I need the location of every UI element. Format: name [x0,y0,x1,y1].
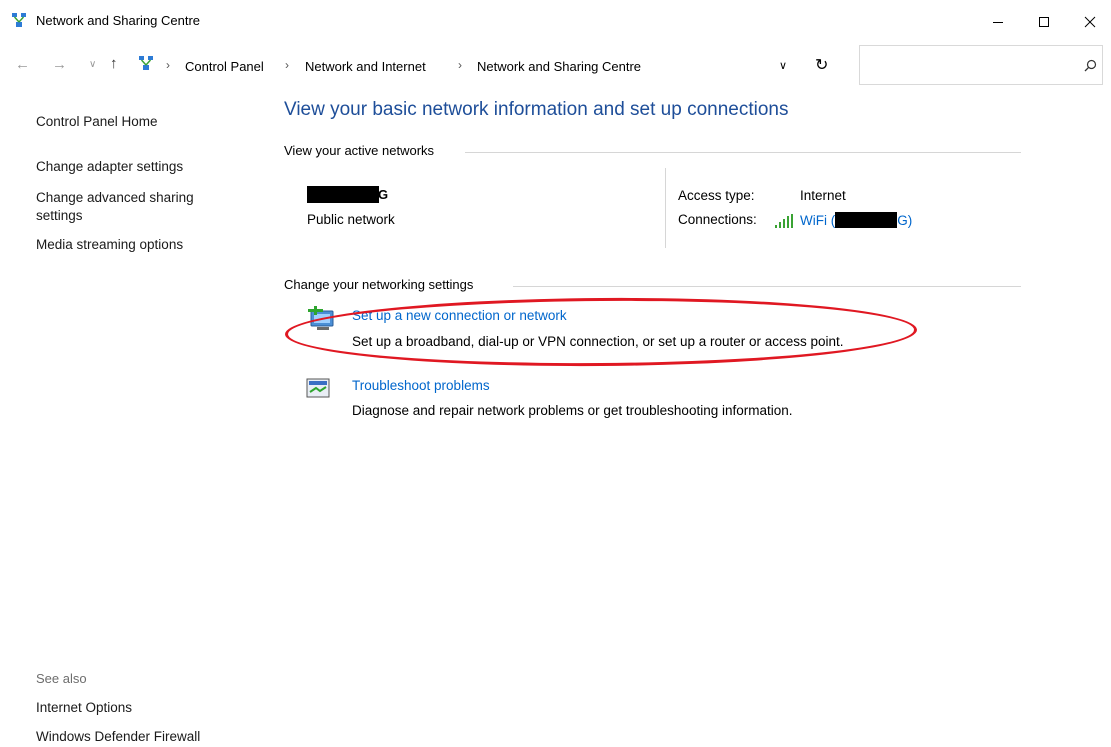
breadcrumb-network-internet[interactable]: Network and Internet [305,59,426,74]
redacted-network-name [307,186,379,203]
breadcrumb-separator-icon: › [285,58,289,72]
see-also-label: See also [36,671,87,686]
network-name-suffix: G [378,187,389,202]
forward-arrow-icon[interactable]: → [52,56,67,73]
section-divider [465,152,1021,153]
page-title: View your basic network information and … [284,99,789,120]
address-dropdown-icon[interactable]: ∨ [779,59,787,72]
minimize-icon [993,22,1003,23]
breadcrumb-network-sharing[interactable]: Network and Sharing Centre [477,59,641,74]
wifi-connection-link[interactable]: WiFi ( G) [800,212,912,228]
troubleshoot-problems-link[interactable]: Troubleshoot problems [352,378,490,393]
redacted-ssid [835,212,898,228]
close-icon [1084,16,1096,28]
maximize-button[interactable] [1021,0,1067,44]
network-centre-icon [12,13,26,27]
breadcrumb-separator-icon: › [166,58,170,72]
internet-options-link[interactable]: Internet Options [36,700,132,715]
wifi-link-prefix: WiFi ( [800,213,836,228]
close-button[interactable] [1067,0,1111,44]
change-advanced-sharing-link[interactable]: Change advanced sharing settings [36,189,236,225]
highlight-annotation [284,295,918,369]
network-type: Public network [307,212,395,227]
troubleshoot-icon [306,378,330,398]
troubleshoot-description: Diagnose and repair network problems or … [352,403,793,418]
section-divider [513,286,1021,287]
control-panel-home-link[interactable]: Control Panel Home [36,114,158,129]
window-title: Network and Sharing Centre [36,13,201,28]
minimize-button[interactable] [975,0,1021,44]
search-input[interactable] [859,45,1103,85]
refresh-icon[interactable]: ↻ [815,55,828,75]
vertical-divider [665,168,666,248]
back-arrow-icon[interactable]: ← [15,56,30,73]
network-centre-icon [139,56,153,70]
title-bar: Network and Sharing Centre [0,0,1111,44]
wifi-link-suffix: G) [897,213,913,228]
access-type-value: Internet [800,188,846,203]
search-icon [1084,59,1097,72]
active-networks-label: View your active networks [284,143,435,158]
access-type-label: Access type: [678,188,755,203]
recent-locations-icon[interactable]: ∨ [89,59,96,70]
windows-defender-firewall-link[interactable]: Windows Defender Firewall [36,729,200,744]
maximize-icon [1039,17,1049,27]
breadcrumb-control-panel[interactable]: Control Panel [185,59,264,74]
connections-label: Connections: [678,212,757,227]
wifi-signal-icon [775,214,793,228]
media-streaming-options-link[interactable]: Media streaming options [36,237,183,252]
up-arrow-icon[interactable]: ↑ [110,55,118,72]
change-settings-label: Change your networking settings [284,277,474,292]
breadcrumb-separator-icon: › [458,58,462,72]
change-adapter-settings-link[interactable]: Change adapter settings [36,159,183,174]
